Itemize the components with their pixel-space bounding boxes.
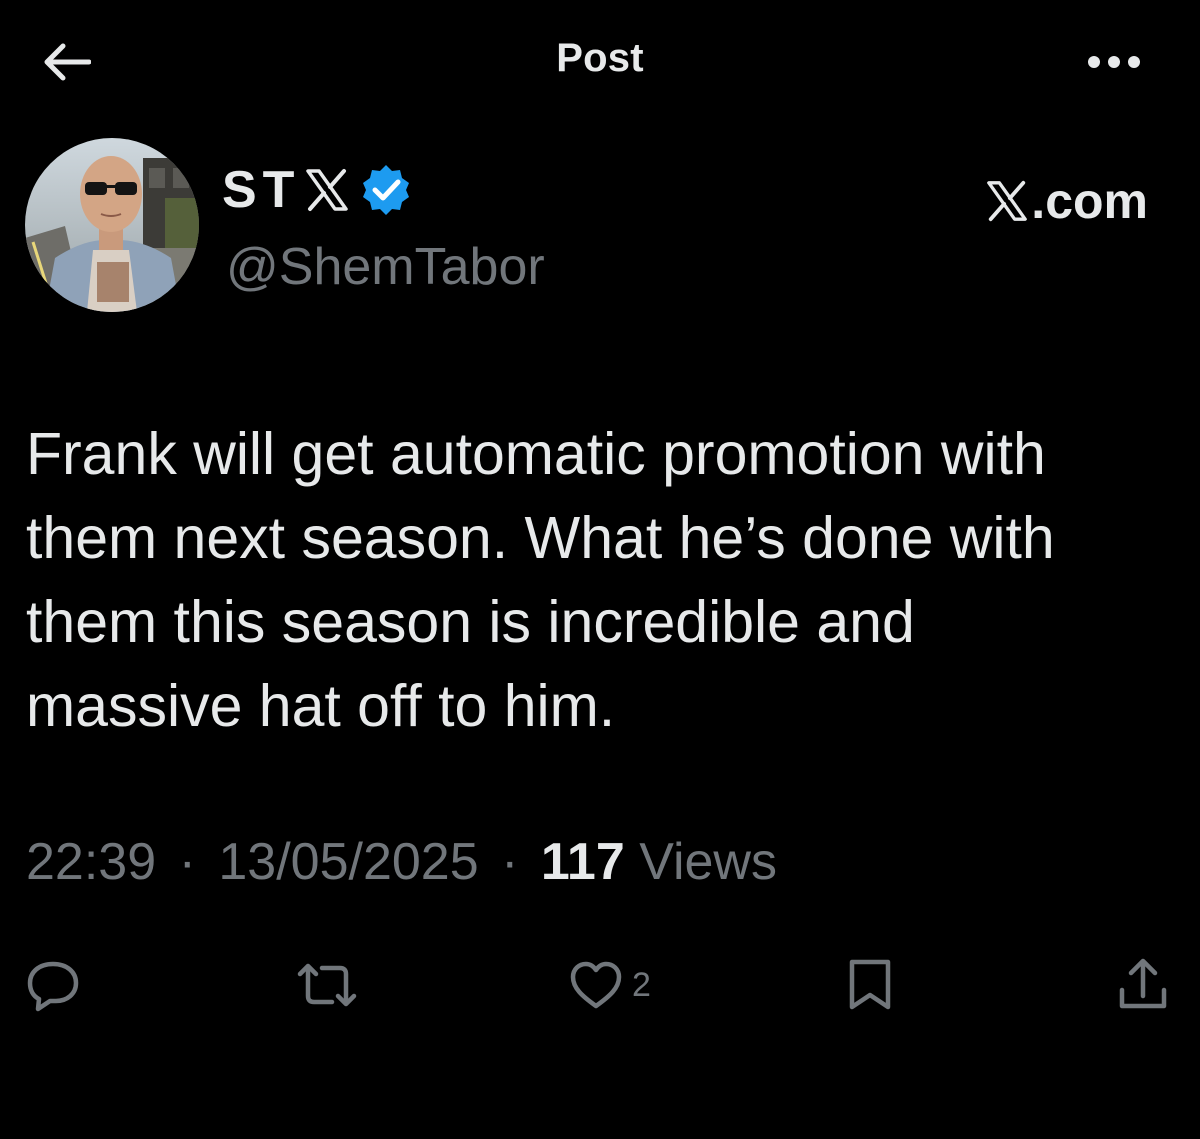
post-date[interactable]: 13/05/2025 bbox=[218, 833, 478, 891]
share-icon bbox=[1119, 958, 1167, 1009]
verified-badge-icon bbox=[358, 162, 414, 218]
views-count[interactable]: 117 bbox=[541, 833, 625, 891]
x-logo-icon bbox=[304, 167, 350, 213]
repost-icon bbox=[297, 963, 357, 1007]
meta-separator: · bbox=[178, 833, 196, 891]
like-count: 2 bbox=[632, 965, 651, 1004]
author-name-row[interactable]: ST bbox=[222, 160, 414, 220]
post-text: Frank will get automatic promotion with … bbox=[26, 412, 1176, 748]
bookmark-icon bbox=[849, 959, 891, 1010]
post-text-line: them next season. What he’s done with bbox=[26, 505, 1055, 571]
site-watermark: .com bbox=[985, 172, 1148, 230]
share-button[interactable] bbox=[1116, 950, 1170, 1020]
reply-icon bbox=[27, 961, 79, 1012]
post-screen: Post ST @ShemTabor .com Frank will get a… bbox=[0, 0, 1200, 1139]
avatar[interactable] bbox=[25, 138, 199, 312]
post-text-line: Frank will get automatic promotion with bbox=[26, 421, 1046, 487]
site-label-text: .com bbox=[1031, 173, 1148, 229]
display-name: ST bbox=[222, 161, 301, 219]
reply-button[interactable] bbox=[24, 950, 82, 1020]
author-handle[interactable]: @ShemTabor bbox=[226, 237, 545, 297]
bookmark-button[interactable] bbox=[846, 950, 894, 1020]
x-logo-icon bbox=[987, 180, 1028, 222]
post-text-line: them this season is incredible and bbox=[26, 589, 915, 655]
more-options-button[interactable] bbox=[1084, 40, 1144, 84]
post-text-line: massive hat off to him. bbox=[26, 673, 616, 739]
repost-button[interactable] bbox=[296, 950, 358, 1020]
heart-icon bbox=[570, 961, 622, 1009]
profile-photo bbox=[25, 138, 199, 312]
action-bar: 2 bbox=[0, 950, 1200, 1020]
like-button[interactable]: 2 bbox=[568, 950, 651, 1020]
post-meta: 22:39 · 13/05/2025 · 117 Views bbox=[26, 832, 777, 892]
page-title: Post bbox=[556, 36, 644, 80]
views-label[interactable]: Views bbox=[639, 833, 777, 891]
meta-separator: · bbox=[501, 833, 519, 891]
post-time[interactable]: 22:39 bbox=[26, 833, 156, 891]
more-horizontal-icon bbox=[1088, 56, 1140, 68]
